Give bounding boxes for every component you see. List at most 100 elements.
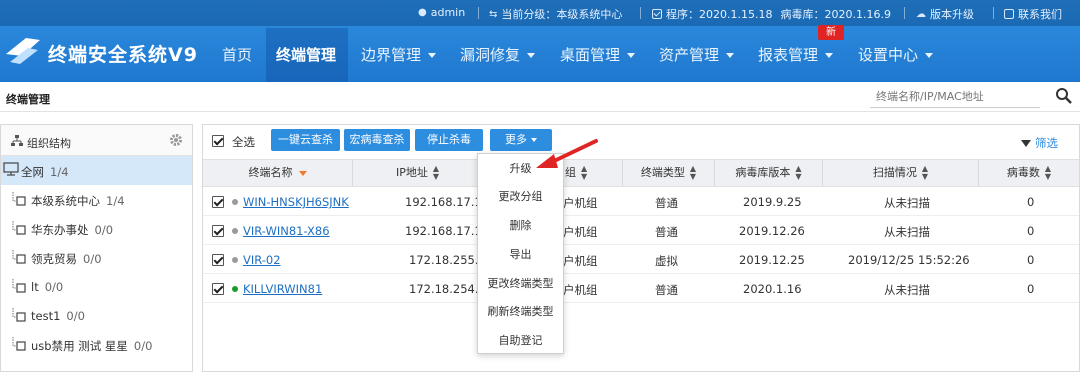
col-header-ip[interactable]: IP地址 ▲ ▼ bbox=[353, 160, 483, 186]
col-header-virus-count[interactable]: 病毒数 ▲ ▼ bbox=[979, 160, 1079, 186]
ip-cell: 172.18.255.2 bbox=[409, 253, 486, 267]
terminal-name-link[interactable]: KILLVIRWIN81 bbox=[243, 282, 322, 296]
nav-vulnerability-fix[interactable]: 漏洞修复 bbox=[460, 44, 536, 65]
tree-node-group[interactable]: 领克贸易 0/0 bbox=[1, 243, 192, 272]
divider bbox=[478, 7, 479, 19]
group-cell: 户机组 bbox=[563, 283, 598, 297]
search-icon[interactable] bbox=[1055, 87, 1073, 105]
node-count: 1/4 bbox=[106, 194, 125, 208]
tree-node-group[interactable]: test1 0/0 bbox=[1, 301, 192, 330]
new-badge: 新 bbox=[818, 25, 844, 40]
table-row[interactable]: VIR-02 172.18.255.2 户机组 虚拟 2019.12.25 20… bbox=[203, 245, 1079, 274]
version-info: 程序：2020.1.15.18 病毒库：2020.1.16.9 bbox=[652, 6, 891, 22]
menu-item-refresh-terminal-type[interactable]: 刷新终端类型 bbox=[478, 297, 563, 326]
header-label: IP地址 bbox=[395, 166, 428, 179]
user-menu[interactable]: ● admin bbox=[418, 6, 465, 19]
db-version-cell: 2019.9.25 bbox=[743, 195, 802, 209]
nav-report-management[interactable]: 报表管理 bbox=[758, 44, 834, 65]
ip-cell: 192.168.17.1 bbox=[405, 224, 482, 238]
tree-node-label: 本级系统中心 1/4 bbox=[31, 193, 125, 209]
nav-boundary-management[interactable]: 边界管理 bbox=[361, 44, 437, 65]
sort-desc-icon bbox=[298, 170, 307, 176]
table-row[interactable]: VIR-WIN81-X86 192.168.17.1 户机组 普通 2019.1… bbox=[203, 216, 1079, 245]
terminal-name-link[interactable]: WIN-HNSKJH6SJNK bbox=[243, 195, 349, 209]
menu-item-change-group[interactable]: 更改分组 bbox=[478, 182, 563, 211]
app-header: ● admin ⇆ 当前分级：本级系统中心 程序：2020.1.15.18 病毒… bbox=[0, 0, 1080, 82]
tree-node-label: 全网 1/4 bbox=[21, 164, 69, 180]
contact-icon bbox=[1004, 9, 1014, 19]
node-name: usb禁用 测试 星星 bbox=[31, 339, 128, 353]
program-version: 程序：2020.1.15.18 bbox=[666, 8, 773, 21]
nav-label: 首页 bbox=[222, 46, 253, 64]
header-label: 扫描情况 bbox=[872, 166, 917, 179]
chevron-down-icon bbox=[527, 53, 536, 58]
node-count: 0/0 bbox=[133, 339, 153, 353]
nav-label: 边界管理 bbox=[361, 46, 422, 64]
header-label: 终端类型 bbox=[640, 166, 685, 179]
divider bbox=[993, 7, 994, 19]
virus-count-cell: 0 bbox=[1027, 195, 1035, 209]
current-level: 当前分级：本级系统中心 bbox=[501, 8, 623, 21]
table-row[interactable]: KILLVIRWIN81 172.18.254.1 户机组 普通 2020.1.… bbox=[203, 274, 1079, 303]
cloud-scan-button[interactable]: 一键云查杀 bbox=[271, 129, 340, 151]
node-name: 华东办事处 bbox=[31, 223, 89, 237]
row-checkbox[interactable] bbox=[212, 196, 224, 208]
menu-item-export[interactable]: 导出 bbox=[478, 240, 563, 269]
offline-status-dot bbox=[232, 257, 238, 263]
row-checkbox[interactable] bbox=[212, 254, 224, 266]
select-all-checkbox[interactable] bbox=[212, 135, 224, 147]
table-row[interactable]: WIN-HNSKJH6SJNK 192.168.17.1 户机组 普通 2019… bbox=[203, 187, 1079, 216]
col-header-db-version[interactable]: 病毒库版本 ▲ ▼ bbox=[715, 160, 823, 186]
terminal-name-link[interactable]: VIR-02 bbox=[243, 253, 281, 267]
org-tree-panel: 组织结构 全网 1/4 本级系统中心 1/4 华东办事处 0/0 领克贸易 0/… bbox=[0, 124, 193, 372]
chevron-down-icon bbox=[726, 53, 735, 58]
type-cell: 虚拟 bbox=[655, 254, 678, 268]
level-switch[interactable]: ⇆ 当前分级：本级系统中心 bbox=[489, 6, 622, 22]
nav-asset-management[interactable]: 资产管理 bbox=[659, 44, 735, 65]
tree-node-label: test1 0/0 bbox=[31, 309, 85, 323]
nav-home[interactable]: 首页 bbox=[222, 44, 252, 65]
group-cell: 户机组 bbox=[563, 225, 598, 239]
tree-node-group[interactable]: usb禁用 测试 星星 0/0 bbox=[1, 330, 192, 359]
macro-virus-scan-button[interactable]: 宏病毒查杀 bbox=[344, 129, 410, 151]
col-header-scan[interactable]: 扫描情况 ▲ ▼ bbox=[823, 160, 979, 186]
nav-label: 漏洞修复 bbox=[460, 46, 521, 64]
sort-icon: ▲ ▼ bbox=[921, 164, 929, 181]
chevron-down-icon bbox=[428, 53, 437, 58]
menu-item-self-registration[interactable]: 自助登记 bbox=[478, 326, 563, 355]
org-structure-icon bbox=[11, 135, 23, 146]
menu-item-delete[interactable]: 删除 bbox=[478, 211, 563, 240]
db-version-cell: 2020.1.16 bbox=[743, 282, 802, 296]
nav-terminal-management[interactable]: 终端管理 bbox=[276, 44, 336, 65]
virus-count-cell: 0 bbox=[1027, 253, 1035, 267]
col-header-name[interactable]: 终端名称 bbox=[203, 160, 353, 186]
group-node-icon bbox=[12, 337, 26, 351]
search-input[interactable] bbox=[870, 86, 1040, 108]
filter-button[interactable]: 筛选 bbox=[1021, 135, 1058, 151]
tree-node-whole-network[interactable]: 全网 1/4 bbox=[1, 156, 192, 185]
upgrade-label: 版本升级 bbox=[930, 8, 974, 21]
nav-desktop-management[interactable]: 桌面管理 bbox=[560, 44, 636, 65]
contact-link[interactable]: 联系我们 bbox=[1004, 6, 1062, 22]
menu-item-change-terminal-type[interactable]: 更改终端类型 bbox=[478, 269, 563, 298]
tree-node-group[interactable]: lt 0/0 bbox=[1, 272, 192, 301]
group-node-icon bbox=[12, 221, 26, 235]
upgrade-link[interactable]: ☁ 版本升级 bbox=[916, 6, 974, 22]
tree-node-group[interactable]: 本级系统中心 1/4 bbox=[1, 185, 192, 214]
virus-db-version: 病毒库：2020.1.16.9 bbox=[780, 8, 891, 21]
gear-icon[interactable] bbox=[169, 133, 183, 147]
col-header-type[interactable]: 终端类型 ▲ ▼ bbox=[623, 160, 715, 186]
nav-settings-center[interactable]: 设置中心 bbox=[858, 44, 934, 65]
group-node-icon bbox=[12, 250, 26, 264]
row-checkbox[interactable] bbox=[212, 225, 224, 237]
offline-status-dot bbox=[232, 199, 238, 205]
tree-node-group[interactable]: 华东办事处 0/0 bbox=[1, 214, 192, 243]
row-checkbox[interactable] bbox=[212, 283, 224, 295]
terminal-name-link[interactable]: VIR-WIN81-X86 bbox=[243, 224, 330, 238]
terminal-list-panel: 全选 一键云查杀 宏病毒查杀 停止杀毒 更多 筛选 终端名称 IP地址 ▲ ▼ 组 ▲… bbox=[202, 124, 1080, 372]
org-tree-title: 组织结构 bbox=[27, 137, 71, 150]
tree-node-label: usb禁用 测试 星星 0/0 bbox=[31, 338, 152, 354]
stop-scan-button[interactable]: 停止杀毒 bbox=[415, 129, 483, 151]
node-count: 0/0 bbox=[94, 223, 114, 237]
db-version-cell: 2019.12.26 bbox=[739, 224, 805, 238]
